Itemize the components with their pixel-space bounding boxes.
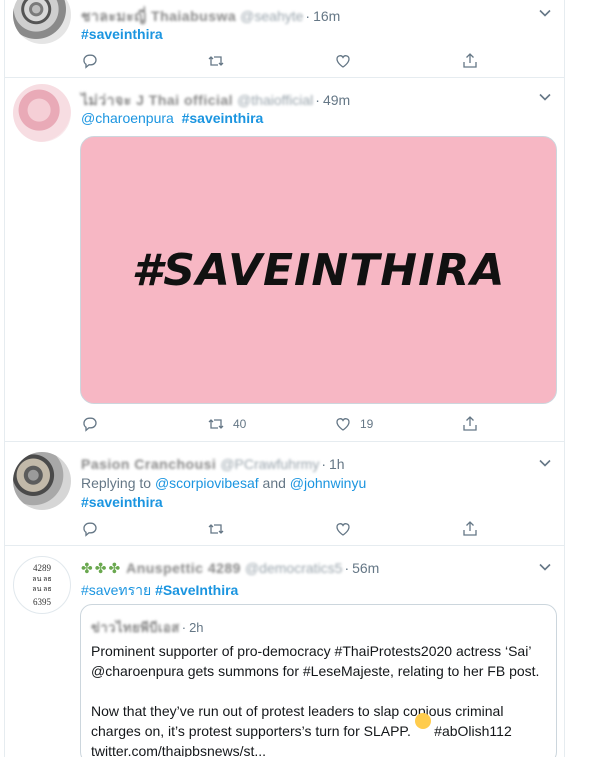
share-icon bbox=[463, 416, 477, 431]
hashtag-link[interactable]: #saveinthira bbox=[81, 26, 163, 42]
quoted-paragraph-2-text: Now that they’ve run out of protest lead… bbox=[91, 703, 512, 739]
user-handle[interactable]: @democratics5 bbox=[245, 560, 342, 576]
reply-context: Replying to @scorpiovibesaf and @johnwin… bbox=[81, 475, 366, 491]
tweet-image[interactable]: #SAVEINTHIRA bbox=[80, 136, 557, 404]
quoted-paragraph-1: Prominent supporter of pro-democracy #Th… bbox=[91, 643, 540, 679]
tweet-body: #saveทราย #SaveInthira bbox=[81, 580, 238, 602]
reply-icon bbox=[83, 54, 97, 69]
retweet-count: 40 bbox=[233, 417, 247, 431]
tweet-header: ✤✤✤ Anuspettic 4289 @democratics5 · 56m bbox=[81, 560, 379, 577]
quoted-timestamp[interactable]: 2h bbox=[189, 620, 203, 635]
share-button[interactable] bbox=[461, 415, 487, 433]
separator-dot: · bbox=[305, 8, 311, 24]
tweet[interactable]: ไม่ว่าจะ J Thai official @thaiofficial · 49… bbox=[5, 78, 564, 442]
display-name[interactable]: Pasion Cranchousi bbox=[81, 456, 216, 472]
heart-icon bbox=[336, 55, 350, 68]
image-text: #SAVEINTHIRA bbox=[131, 245, 506, 296]
retweet-button[interactable] bbox=[207, 52, 233, 70]
hashtag-link[interactable]: #saveinthira bbox=[182, 110, 264, 126]
reply-button[interactable] bbox=[81, 415, 107, 433]
tweet[interactable]: ชาละมะญี่ Thaiabuswa @seahyte · 16m #savein… bbox=[5, 0, 564, 78]
mention-link[interactable]: @charoenpura bbox=[81, 110, 174, 126]
avatar-text-4: 6395 bbox=[33, 597, 51, 607]
replying-label: Replying to bbox=[81, 475, 152, 491]
and-label: and bbox=[262, 475, 286, 491]
timestamp[interactable]: 1h bbox=[329, 456, 345, 472]
user-handle[interactable]: @thaiofficial bbox=[237, 92, 313, 108]
tweet-actions bbox=[81, 520, 481, 540]
separator-dot: · bbox=[344, 560, 350, 576]
hashtag-link[interactable]: #saveทราย bbox=[81, 582, 151, 598]
mention-link[interactable]: @johnwinyu bbox=[290, 475, 366, 491]
like-button[interactable]: 19 bbox=[334, 415, 373, 433]
avatar-text-1: 4289 bbox=[33, 563, 51, 573]
avatar-text-3: ลน ลธ bbox=[32, 585, 52, 593]
retweet-icon bbox=[208, 524, 224, 534]
share-icon bbox=[463, 521, 477, 536]
retweet-icon bbox=[208, 56, 224, 66]
user-handle[interactable]: @PCrawfuhrmy bbox=[220, 456, 319, 472]
tweet-body: @charoenpura #saveinthira bbox=[81, 110, 263, 126]
tweet-actions: 40 19 bbox=[81, 415, 481, 435]
like-button[interactable] bbox=[334, 520, 360, 538]
leaf-emoji-icons: ✤✤✤ bbox=[81, 560, 123, 576]
quoted-tweet-body: Prominent supporter of pro-democracy #Th… bbox=[91, 641, 551, 757]
reply-button[interactable] bbox=[81, 520, 107, 538]
share-button[interactable] bbox=[461, 520, 487, 538]
tweet[interactable]: 4289 ลน ลธ ลน ลธ 6395 ✤✤✤ Anuspettic 428… bbox=[5, 546, 564, 757]
timestamp[interactable]: 49m bbox=[323, 92, 350, 108]
chevron-down-icon[interactable] bbox=[538, 90, 552, 104]
avatar[interactable] bbox=[13, 84, 71, 142]
quoted-paragraph-2: Now that they’ve run out of protest lead… bbox=[91, 701, 551, 741]
chevron-down-icon[interactable] bbox=[538, 560, 552, 574]
reply-icon bbox=[83, 417, 97, 432]
retweet-button[interactable] bbox=[207, 520, 233, 538]
like-count: 19 bbox=[360, 417, 374, 431]
heart-icon bbox=[336, 523, 350, 536]
reply-icon bbox=[83, 522, 97, 537]
retweet-button[interactable]: 40 bbox=[207, 415, 246, 433]
reply-button[interactable] bbox=[81, 52, 107, 70]
quoted-display-name[interactable]: ข่าวไทยพีบีเอส bbox=[91, 617, 180, 638]
like-button[interactable] bbox=[334, 52, 360, 70]
separator-dot: · bbox=[181, 620, 187, 635]
avatar[interactable]: 4289 ลน ลธ ลน ลธ 6395 bbox=[13, 556, 71, 614]
hashtag-link[interactable]: #SaveInthira bbox=[155, 582, 238, 598]
separator-dot: · bbox=[315, 92, 320, 108]
hashtag-link[interactable]: #saveinthira bbox=[81, 494, 163, 510]
timestamp[interactable]: 56m bbox=[352, 560, 379, 576]
tweet-actions bbox=[81, 52, 481, 72]
chevron-down-icon[interactable] bbox=[538, 6, 552, 20]
user-handle[interactable]: @seahyte bbox=[240, 8, 303, 24]
pensive-emoji-icon bbox=[415, 713, 431, 729]
display-name[interactable]: ชาละมะญี่ Thaiabuswa bbox=[81, 6, 236, 28]
avatar-text-2: ลน ลธ bbox=[32, 575, 52, 583]
avatar[interactable] bbox=[13, 452, 71, 510]
avatar[interactable] bbox=[13, 0, 71, 44]
chevron-down-icon[interactable] bbox=[538, 456, 552, 470]
tweet-header: ไม่ว่าจะ J Thai official @thaiofficial · 49… bbox=[81, 90, 350, 112]
tweet-header: ชาละมะญี่ Thaiabuswa @seahyte · 16m bbox=[81, 6, 340, 28]
display-name[interactable]: Anuspettic 4289 bbox=[126, 560, 241, 576]
quoted-tweet-header: ข่าวไทยพีบีเอส · 2h bbox=[91, 617, 204, 638]
tweet-header: Pasion Cranchousi @PCrawfuhrmy · 1h bbox=[81, 456, 345, 472]
tweet[interactable]: Pasion Cranchousi @PCrawfuhrmy · 1h Replyin… bbox=[5, 442, 564, 546]
quoted-tweet[interactable]: ข่าวไทยพีบีเอส · 2h Prominent supporter of… bbox=[80, 604, 557, 757]
separator-dot: · bbox=[321, 456, 326, 472]
timestamp[interactable]: 16m bbox=[313, 8, 340, 24]
timeline: ชาละมะญี่ Thaiabuswa @seahyte · 16m #savein… bbox=[4, 0, 565, 757]
retweet-icon bbox=[208, 419, 224, 429]
share-button[interactable] bbox=[461, 52, 487, 70]
display-name[interactable]: ไม่ว่าจะ J Thai official bbox=[81, 90, 233, 112]
quoted-link[interactable]: twitter.com/thaipbsnews/st... bbox=[91, 741, 551, 757]
share-icon bbox=[463, 53, 477, 68]
mention-link[interactable]: @scorpiovibesaf bbox=[155, 475, 259, 491]
heart-icon bbox=[336, 418, 350, 431]
